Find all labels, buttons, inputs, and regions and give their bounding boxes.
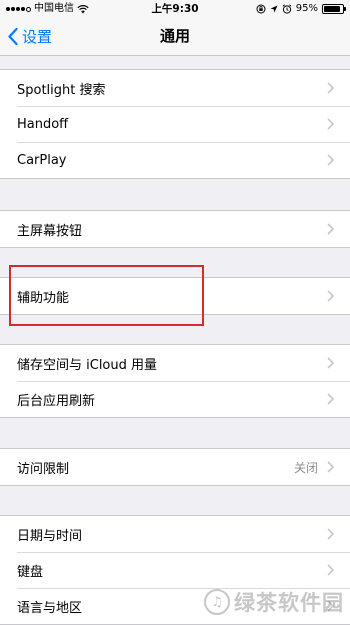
row-spotlight-search[interactable]: Spotlight 搜索 <box>0 70 350 106</box>
row-restrictions[interactable]: 访问限制 关闭 <box>0 449 350 485</box>
row-label: 日期与时间 <box>17 528 83 544</box>
chevron-right-icon <box>327 290 334 302</box>
row-label: 主屏幕按钮 <box>17 223 83 239</box>
row-storage-icloud[interactable]: 储存空间与 iCloud 用量 <box>0 345 350 381</box>
row-keyboard[interactable]: 键盘 <box>0 552 350 588</box>
row-label: 键盘 <box>17 564 44 580</box>
row-accessibility[interactable]: 辅助功能 <box>0 278 350 314</box>
row-label: 访问限制 <box>17 461 70 477</box>
chevron-right-icon <box>327 154 334 166</box>
row-label: Handoff <box>17 116 69 132</box>
chevron-right-icon <box>327 528 334 540</box>
chevron-right-icon <box>327 118 334 130</box>
settings-group-5: 访问限制 关闭 <box>0 448 350 486</box>
chevron-right-icon <box>327 357 334 369</box>
row-background-refresh[interactable]: 后台应用刷新 <box>0 381 350 417</box>
orientation-lock-icon <box>256 4 266 14</box>
restrictions-value: 关闭 <box>293 460 318 475</box>
chevron-right-icon <box>327 461 334 473</box>
chevron-right-icon <box>327 393 334 405</box>
row-label: 语言与地区 <box>17 600 83 616</box>
row-label: 后台应用刷新 <box>17 393 96 409</box>
watermark: ♫ 绿茶软件园 <box>204 587 344 617</box>
chevron-right-icon <box>327 223 334 235</box>
row-carplay[interactable]: CarPlay <box>0 142 350 178</box>
settings-group-4: 储存空间与 iCloud 用量 后台应用刷新 <box>0 344 350 418</box>
row-label: Spotlight 搜索 <box>17 82 106 98</box>
row-label: 辅助功能 <box>17 290 70 306</box>
row-label: CarPlay <box>17 152 67 168</box>
row-date-time[interactable]: 日期与时间 <box>0 516 350 552</box>
battery-percent: 95% <box>295 3 318 14</box>
status-right: 95% <box>256 0 346 18</box>
chevron-right-icon <box>327 82 334 94</box>
watermark-logo-icon: ♫ <box>204 589 230 615</box>
status-bar: 中国电信 上午9:30 95% <box>0 0 350 18</box>
location-icon <box>270 5 278 13</box>
row-home-button[interactable]: 主屏幕按钮 <box>0 211 350 247</box>
chevron-right-icon <box>327 564 334 576</box>
settings-group-1: Spotlight 搜索 Handoff CarPlay <box>0 69 350 179</box>
battery-icon <box>322 4 346 14</box>
navigation-bar: 设置 通用 <box>0 18 350 56</box>
row-handoff[interactable]: Handoff <box>0 106 350 142</box>
settings-group-2: 主屏幕按钮 <box>0 210 350 248</box>
alarm-icon <box>282 4 292 14</box>
page-title: 通用 <box>159 27 190 45</box>
row-label: 储存空间与 iCloud 用量 <box>17 357 158 373</box>
watermark-text: 绿茶软件园 <box>234 591 344 615</box>
settings-group-3: 辅助功能 <box>0 277 350 315</box>
